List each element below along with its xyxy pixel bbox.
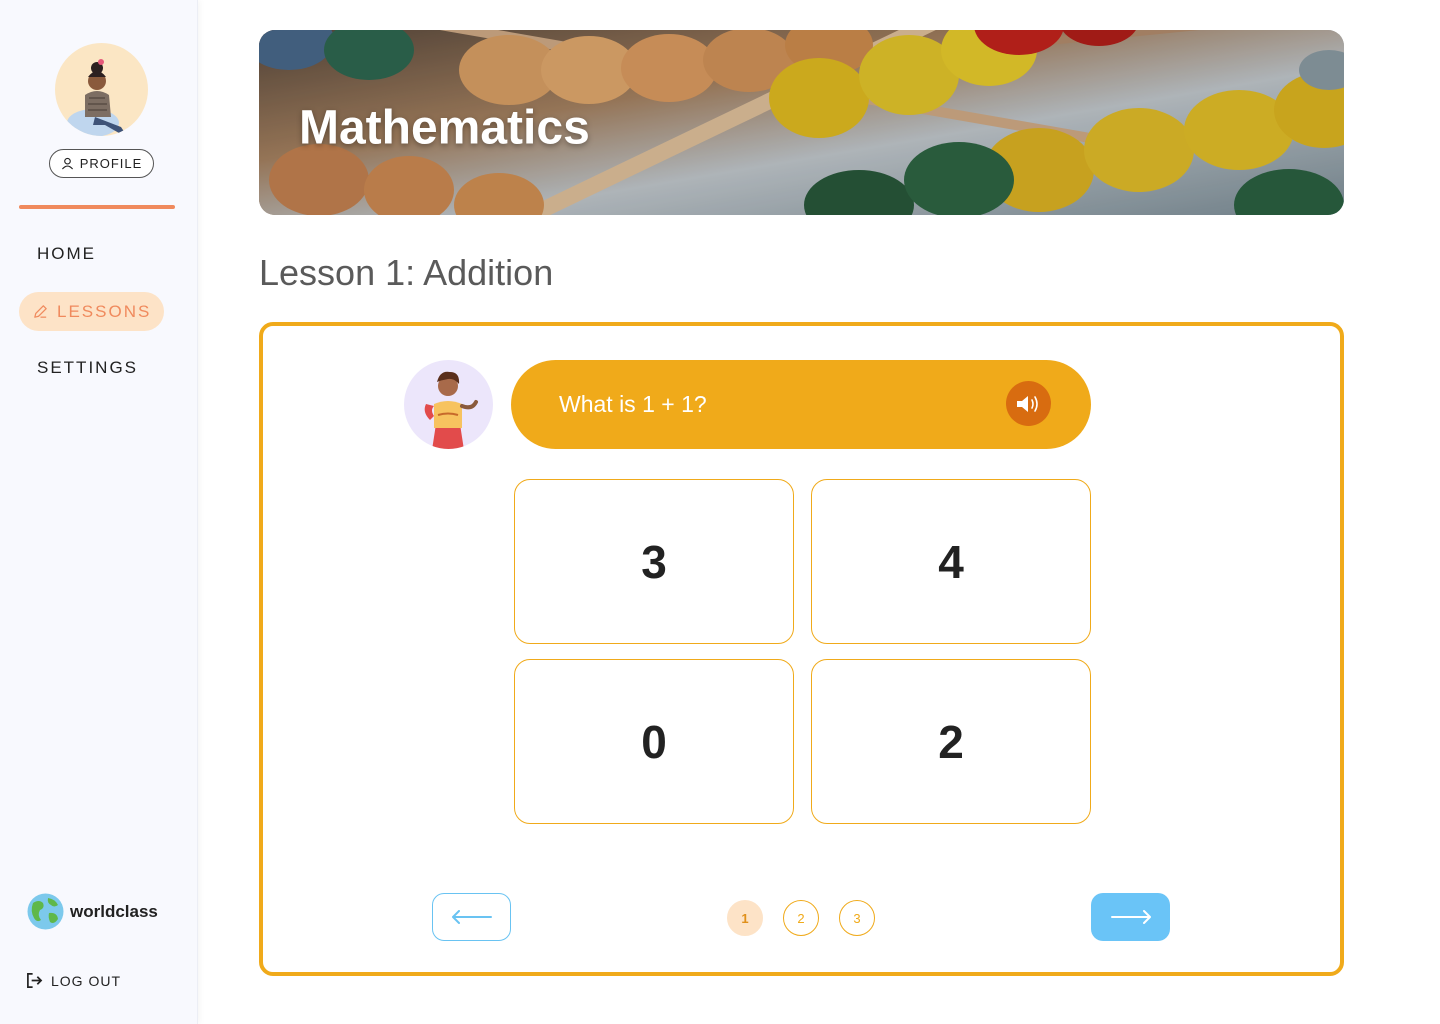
- page-indicator-1[interactable]: 1: [727, 900, 763, 936]
- profile-button[interactable]: PROFILE: [49, 149, 154, 178]
- profile-label: PROFILE: [79, 156, 143, 171]
- answer-option[interactable]: 2: [811, 659, 1091, 824]
- tutor-avatar: [404, 360, 493, 449]
- answer-option[interactable]: 0: [514, 659, 794, 824]
- question-bubble: What is 1 + 1?: [511, 360, 1091, 449]
- quiz-card: What is 1 + 1? 3 4 0 2 1 2 3: [259, 322, 1344, 976]
- page-indicator-2[interactable]: 2: [783, 900, 819, 936]
- speaker-button[interactable]: [1006, 381, 1051, 426]
- answer-option[interactable]: 3: [514, 479, 794, 644]
- page-number: 1: [741, 910, 749, 926]
- globe-icon: [27, 893, 64, 930]
- subject-banner: Mathematics: [259, 30, 1344, 215]
- pencil-icon: [34, 305, 47, 318]
- nav-item-label: SETTINGS: [37, 357, 139, 377]
- brand-name: worldclass: [70, 901, 158, 921]
- speaker-icon: [1016, 395, 1038, 412]
- subject-title: Mathematics: [299, 101, 590, 155]
- sidebar: PROFILE HOME LESSONS SETTINGS worldclass…: [0, 0, 198, 1024]
- logout-icon: [27, 973, 43, 988]
- nav-item-lessons[interactable]: LESSONS: [19, 292, 165, 331]
- lesson-title: Lesson 1: Addition: [259, 252, 554, 293]
- next-button[interactable]: [1091, 893, 1170, 941]
- nav-item-label: LESSONS: [57, 301, 152, 321]
- arrow-right-icon: [1110, 910, 1151, 924]
- logout-label: LOG OUT: [51, 972, 122, 989]
- brand-logo: worldclass: [27, 893, 158, 930]
- nav-item-label: HOME: [37, 243, 96, 263]
- tutor-illustration: [424, 371, 478, 449]
- answer-value: 4: [938, 535, 964, 588]
- profile-avatar[interactable]: [55, 43, 148, 136]
- page-number: 2: [797, 910, 805, 926]
- answer-option[interactable]: 4: [811, 479, 1091, 644]
- question-text: What is 1 + 1?: [559, 391, 707, 417]
- answer-value: 2: [938, 715, 964, 768]
- user-icon: [61, 157, 73, 170]
- sidebar-divider: [19, 205, 175, 209]
- page-indicator-3[interactable]: 3: [839, 900, 875, 936]
- answer-value: 0: [641, 715, 667, 768]
- logout-button[interactable]: LOG OUT: [26, 972, 121, 989]
- page-number: 3: [853, 910, 861, 926]
- nav-item-home[interactable]: HOME: [19, 234, 114, 273]
- nav-item-settings[interactable]: SETTINGS: [19, 348, 156, 387]
- previous-button[interactable]: [432, 893, 511, 941]
- answer-value: 3: [641, 535, 667, 588]
- arrow-left-icon: [451, 910, 492, 924]
- student-illustration: [67, 59, 125, 136]
